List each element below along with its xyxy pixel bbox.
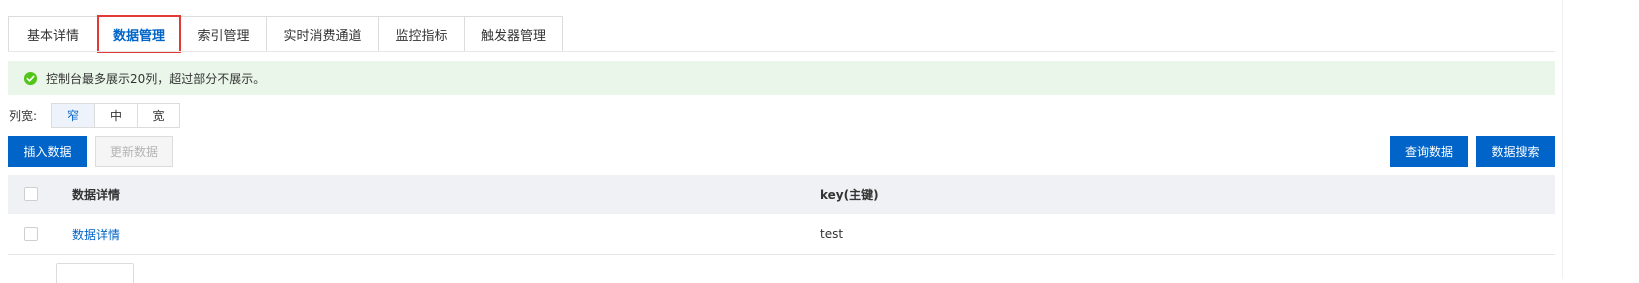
- width-narrow-button[interactable]: 窄: [51, 103, 94, 128]
- scrollbar-edge: [1562, 0, 1563, 279]
- tab-data-management[interactable]: 数据管理: [97, 15, 181, 53]
- column-width-control: 列宽: 窄 中 宽: [9, 103, 180, 128]
- column-width-segmented: 窄 中 宽: [51, 103, 180, 128]
- width-wide-button[interactable]: 宽: [137, 103, 180, 128]
- tab-divider: [8, 51, 1555, 52]
- tab-bar: 基本详情 数据管理 索引管理 实时消费通道 监控指标 触发器管理: [8, 15, 563, 53]
- tab-basic-details[interactable]: 基本详情: [8, 16, 97, 52]
- column-header-details: 数据详情: [72, 188, 121, 202]
- query-data-button[interactable]: 查询数据: [1390, 136, 1468, 167]
- info-alert: 控制台最多展示20列，超过部分不展示。: [8, 61, 1555, 95]
- insert-data-button[interactable]: 插入数据: [8, 136, 87, 167]
- column-header-key: key(主键): [820, 188, 879, 202]
- key-cell: test: [820, 227, 844, 241]
- alert-text: 控制台最多展示20列，超过部分不展示。: [46, 71, 266, 86]
- data-details-link[interactable]: 数据详情: [72, 214, 120, 254]
- update-data-button[interactable]: 更新数据: [95, 136, 173, 167]
- tab-realtime-channel[interactable]: 实时消费通道: [266, 16, 378, 52]
- tab-trigger-management[interactable]: 触发器管理: [464, 16, 563, 52]
- select-all-checkbox[interactable]: [24, 187, 38, 201]
- pagination-select[interactable]: [56, 263, 134, 283]
- tab-index-management[interactable]: 索引管理: [180, 16, 266, 52]
- tab-monitoring-metrics[interactable]: 监控指标: [378, 16, 464, 52]
- width-medium-button[interactable]: 中: [94, 103, 137, 128]
- check-circle-icon: [23, 71, 38, 85]
- column-width-label: 列宽:: [9, 109, 38, 123]
- search-data-button[interactable]: 数据搜索: [1476, 136, 1555, 167]
- row-checkbox[interactable]: [24, 227, 38, 241]
- table-header: 数据详情 key(主键): [8, 175, 1555, 214]
- table-row: 数据详情 test: [8, 214, 1555, 255]
